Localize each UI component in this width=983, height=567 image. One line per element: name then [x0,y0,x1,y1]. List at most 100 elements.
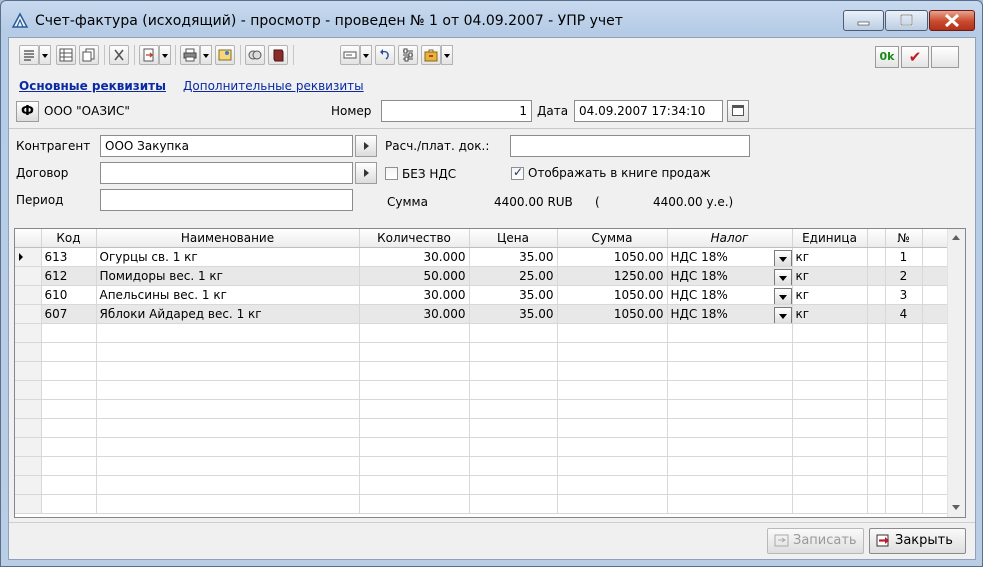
tab-additional[interactable]: Дополнительные реквизиты [183,79,364,93]
sales-book-checkbox[interactable] [511,165,524,180]
cell-code[interactable]: 607 [41,304,97,324]
minimize-button[interactable] [843,10,884,31]
close-button[interactable]: Закрыть [869,528,966,554]
cell-quantity[interactable]: 30.000 [359,247,470,267]
copy-document-button[interactable] [79,45,99,65]
edit-field-dropdown[interactable] [360,45,372,65]
number-field[interactable]: 1 [381,100,532,122]
counterparty-field[interactable]: ООО Закупка [100,135,353,157]
print-button[interactable] [180,45,200,65]
no-vat-checkbox[interactable] [385,167,398,180]
cell-number[interactable]: 1 [885,247,923,267]
cell-number[interactable]: 4 [885,304,923,324]
cell-sum[interactable]: 1050.00 [557,247,668,267]
chevron-down-icon[interactable] [773,249,791,265]
scroll-up-icon[interactable] [952,235,960,240]
cell-quantity[interactable]: 30.000 [359,304,470,324]
cell-number[interactable]: 2 [885,266,923,286]
journal-button[interactable] [268,45,288,65]
column-header-name[interactable]: Наименование [96,229,360,248]
structure-button[interactable] [245,45,265,65]
cell-price[interactable]: 35.00 [469,285,558,305]
date-field[interactable]: 04.09.2007 17:34:10 [574,100,723,122]
print-dropdown[interactable] [200,45,212,65]
cell-name[interactable]: Помидоры вес. 1 кг [96,266,360,286]
column-header-quantity[interactable]: Количество [359,229,470,248]
cell-tax[interactable]: НДС 18% [667,285,793,305]
column-header-tax[interactable]: Налог [667,229,793,248]
delete-button[interactable] [109,45,129,65]
cell-tax[interactable]: НДС 18% [667,266,793,286]
chevron-down-icon[interactable] [773,287,791,303]
close-window-button[interactable] [929,10,975,31]
empty-row [15,323,948,343]
period-field[interactable] [100,189,353,211]
cell-price[interactable]: 35.00 [469,304,558,324]
preview-button[interactable] [215,45,235,65]
empty-cell [557,494,668,514]
undo-button[interactable] [375,45,395,65]
cell-code[interactable]: 610 [41,285,97,305]
post-button[interactable]: ✔ [901,46,929,68]
table-row[interactable]: 613 Огурцы св. 1 кг 30.000 35.00 1050.00… [15,247,948,267]
column-header-unit[interactable]: Единица [792,229,868,248]
table-row[interactable]: 607 Яблоки Айдаред вес. 1 кг 30.000 35.0… [15,304,948,324]
cell-unit[interactable]: кг [792,304,868,324]
empty-cell [359,494,470,514]
briefcase-dropdown[interactable] [441,45,453,65]
cell-tax[interactable]: НДС 18% [667,304,793,324]
tab-main[interactable]: Основные реквизиты [19,79,166,93]
cell-name[interactable]: Апельсины вес. 1 кг [96,285,360,305]
cell-unit[interactable]: кг [792,266,868,286]
cell-number[interactable]: 3 [885,285,923,305]
column-header-code[interactable]: Код [41,229,97,248]
grid-header-row: Код Наименование Количество Цена Сумма Н… [15,229,948,248]
contract-select-button[interactable] [355,162,377,184]
vertical-scrollbar[interactable] [947,229,965,517]
settings-button[interactable] [398,45,418,65]
payment-doc-field[interactable] [510,135,750,157]
cell-name[interactable]: Огурцы св. 1 кг [96,247,360,267]
chevron-down-icon[interactable] [773,268,791,284]
cell-price[interactable]: 35.00 [469,247,558,267]
save-button[interactable]: Записать [767,528,864,554]
column-header-price[interactable]: Цена [469,229,558,248]
calendar-button[interactable] [727,100,749,122]
list-menu-button[interactable] [19,45,39,65]
empty-cell [96,437,360,457]
scroll-down-icon[interactable] [952,505,960,510]
empty-cell [359,456,470,476]
document-list-button[interactable] [56,45,76,65]
chevron-down-icon[interactable] [773,306,791,322]
cell-unit[interactable]: кг [792,285,868,305]
ok-button[interactable]: 0k [875,46,899,68]
enter-based-dropdown[interactable] [159,45,171,65]
maximize-button[interactable] [885,10,928,31]
cell-code[interactable]: 612 [41,266,97,286]
blank-button[interactable] [931,46,959,68]
cell-sum[interactable]: 1250.00 [557,266,668,286]
cell-quantity[interactable]: 30.000 [359,285,470,305]
table-row[interactable]: 610 Апельсины вес. 1 кг 30.000 35.00 105… [15,285,948,305]
enter-based-button[interactable] [139,45,159,65]
list-menu-dropdown[interactable] [39,45,51,65]
cell-name[interactable]: Яблоки Айдаред вес. 1 кг [96,304,360,324]
organization-f-button[interactable]: Ф [16,101,39,122]
cell-code[interactable]: 613 [41,247,97,267]
cell-price[interactable]: 25.00 [469,266,558,286]
title-bar[interactable]: Счет-фактура (исходящий) - просмотр - пр… [1,1,982,37]
counterparty-select-button[interactable] [355,135,377,157]
empty-cell [557,399,668,419]
column-header-number[interactable]: № [885,229,923,248]
cell-quantity[interactable]: 50.000 [359,266,470,286]
table-row[interactable]: 612 Помидоры вес. 1 кг 50.000 25.00 1250… [15,266,948,286]
cell-unit[interactable]: кг [792,247,868,267]
cell-sum[interactable]: 1050.00 [557,285,668,305]
cell-sum[interactable]: 1050.00 [557,304,668,324]
contract-field[interactable] [100,162,353,184]
cell-tax[interactable]: НДС 18% [667,247,793,267]
briefcase-button[interactable] [421,45,441,65]
edit-field-button[interactable] [340,45,360,65]
items-grid[interactable]: Код Наименование Количество Цена Сумма Н… [14,228,966,518]
column-header-sum[interactable]: Сумма [557,229,668,248]
